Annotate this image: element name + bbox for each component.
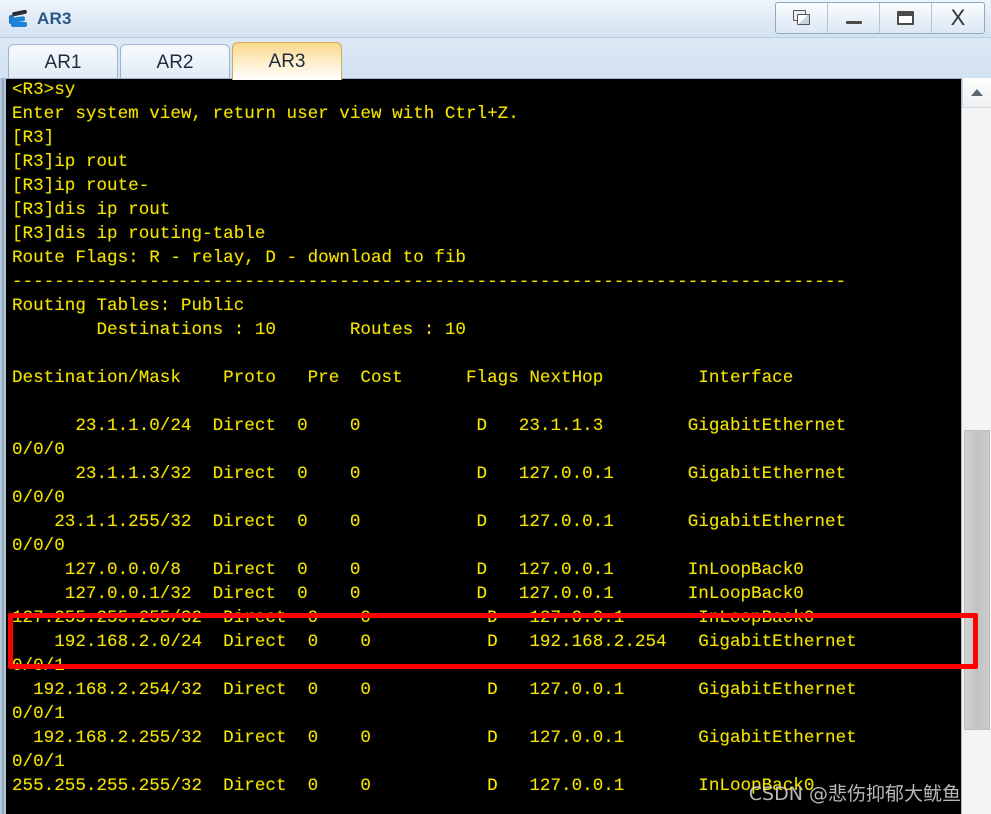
close-button[interactable]: X — [932, 3, 984, 33]
restore-icon — [792, 10, 811, 26]
tab-label: AR2 — [156, 51, 194, 73]
minimize-icon — [845, 20, 862, 24]
vertical-scrollbar[interactable] — [961, 78, 991, 814]
tab-ar2[interactable]: AR2 — [120, 44, 230, 80]
tab-label: AR1 — [44, 51, 82, 73]
window-title: AR3 — [37, 8, 72, 28]
minimize-button[interactable] — [828, 3, 880, 33]
restore-window-button[interactable] — [776, 3, 828, 33]
title-bar: AR3 X — [0, 0, 991, 38]
tab-ar3[interactable]: AR3 — [232, 42, 342, 80]
watermark: CSDN @悲伤抑郁大鱿鱼 — [748, 783, 961, 805]
terminal-output: <R3>sy Enter system view, return user vi… — [12, 80, 857, 796]
router-icon — [8, 8, 30, 30]
maximize-button[interactable] — [880, 3, 932, 33]
scrollbar-thumb[interactable] — [964, 430, 990, 730]
title-bar-left: AR3 — [0, 8, 72, 30]
tab-label: AR3 — [268, 50, 306, 72]
tab-bar: AR1 AR2 AR3 — [0, 38, 991, 80]
chevron-up-icon — [971, 89, 983, 96]
maximize-icon — [897, 11, 914, 25]
terminal-panel[interactable]: <R3>sy Enter system view, return user vi… — [0, 78, 991, 814]
close-icon: X — [950, 5, 966, 30]
scrollbar-track[interactable] — [962, 108, 991, 814]
emulator-window: AR3 X AR1 AR2 AR3 <R3>sy Enter system vi… — [0, 0, 991, 814]
scroll-up-button[interactable] — [962, 78, 991, 108]
window-controls: X — [775, 2, 985, 34]
tab-ar1[interactable]: AR1 — [8, 44, 118, 80]
